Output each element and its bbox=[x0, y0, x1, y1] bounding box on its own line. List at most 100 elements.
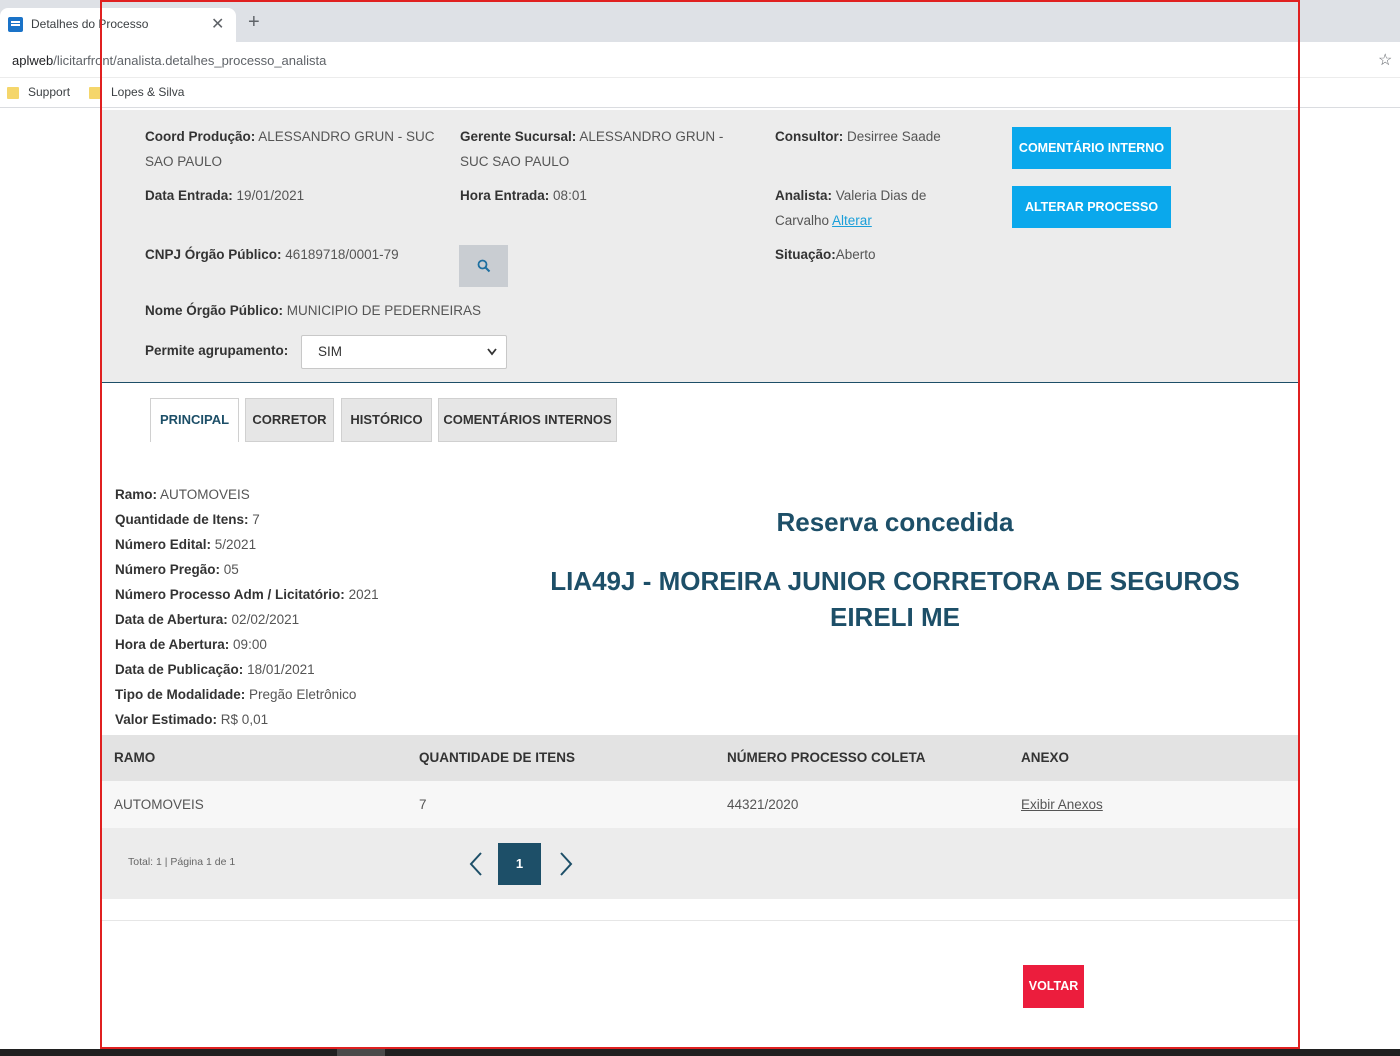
nome-orgao-label: Nome Órgão Público: bbox=[145, 303, 284, 318]
detail-valor-estimado: Valor Estimado: R$ 0,01 bbox=[115, 707, 268, 732]
chevron-down-icon bbox=[487, 348, 497, 356]
agrupamento-select[interactable]: SIM bbox=[301, 335, 507, 369]
cnpj-value: 46189718/0001-79 bbox=[285, 247, 399, 262]
exibir-anexos-link[interactable]: Exibir Anexos bbox=[1021, 781, 1103, 828]
detail-numero-pregao: Número Pregão: 05 bbox=[115, 557, 239, 582]
coord-producao: Coord Produção: ALESSANDRO GRUN - SUC SA… bbox=[145, 124, 435, 174]
cnpj-label: CNPJ Órgão Público: bbox=[145, 247, 282, 262]
detail-data-publicacao: Data de Publicação: 18/01/2021 bbox=[115, 657, 315, 682]
consultor-label: Consultor: bbox=[775, 129, 844, 144]
voltar-button[interactable]: VOLTAR bbox=[1023, 965, 1084, 1008]
cell-quantidade: 7 bbox=[419, 797, 427, 812]
hora-entrada-label: Hora Entrada: bbox=[460, 188, 550, 203]
data-entrada-value: 19/01/2021 bbox=[236, 188, 305, 203]
divider bbox=[101, 920, 1299, 921]
url-text[interactable]: aplweb/licitarfront/analista.detalhes_pr… bbox=[12, 53, 326, 68]
site-favicon-icon bbox=[8, 17, 23, 32]
agrupamento-label: Permite agrupamento: bbox=[145, 343, 289, 358]
consultor: Consultor: Desirree Saade bbox=[775, 124, 995, 149]
detail-label: Quantidade de Itens: bbox=[115, 512, 249, 527]
chevron-right-icon[interactable] bbox=[558, 850, 574, 878]
close-tab-icon[interactable]: ✕ bbox=[211, 14, 224, 34]
url-host: aplweb bbox=[12, 53, 54, 68]
bookmark-lopes-silva[interactable]: Lopes & Silva bbox=[111, 85, 184, 99]
detail-value: 09:00 bbox=[233, 637, 267, 652]
chevron-left-icon[interactable] bbox=[468, 850, 484, 878]
cnpj-orgao: CNPJ Órgão Público: 46189718/0001-79 bbox=[145, 242, 399, 267]
reserva-title: Reserva concedida bbox=[776, 507, 1014, 537]
situacao-label: Situação: bbox=[775, 247, 836, 262]
detail-data-abertura: Data de Abertura: 02/02/2021 bbox=[115, 607, 299, 632]
table-row: AUTOMOVEIS 7 44321/2020 Exibir Anexos bbox=[101, 781, 1299, 828]
situacao: Situação:Aberto bbox=[775, 242, 876, 267]
detail-ramo: Ramo: AUTOMOVEIS bbox=[115, 482, 250, 507]
permite-agrupamento: Permite agrupamento: bbox=[145, 338, 288, 363]
cell-ramo: AUTOMOVEIS bbox=[114, 797, 204, 812]
gerente-sucursal: Gerente Sucursal: ALESSANDRO GRUN - SUC … bbox=[460, 124, 750, 174]
detail-value: 02/02/2021 bbox=[231, 612, 300, 627]
detail-label: Hora de Abertura: bbox=[115, 637, 230, 652]
detail-label: Data de Abertura: bbox=[115, 612, 228, 627]
search-cnpj-button[interactable] bbox=[459, 245, 508, 287]
page-button-current[interactable]: 1 bbox=[498, 843, 541, 885]
detail-label: Número Edital: bbox=[115, 537, 212, 552]
alterar-processo-button[interactable]: ALTERAR PROCESSO bbox=[1012, 186, 1171, 228]
detail-numero-processo-adm: Número Processo Adm / Licitatório: 2021 bbox=[115, 582, 379, 607]
detail-label: Valor Estimado: bbox=[115, 712, 218, 727]
pagination-bar: Total: 1 | Página 1 de 1 1 bbox=[101, 828, 1299, 899]
situacao-value: Aberto bbox=[835, 247, 876, 262]
column-header-processo-coleta: NÚMERO PROCESSO COLETA bbox=[727, 750, 926, 765]
comentario-interno-button[interactable]: COMENTÁRIO INTERNO bbox=[1012, 127, 1171, 169]
detail-label: Número Processo Adm / Licitatório: bbox=[115, 587, 345, 602]
column-header-anexo: ANEXO bbox=[1021, 750, 1070, 765]
data-entrada-label: Data Entrada: bbox=[145, 188, 233, 203]
coord-producao-label: Coord Produção: bbox=[145, 129, 256, 144]
bookmarks-bar: Support Lopes & Silva bbox=[0, 78, 1400, 108]
cell-processo-coleta: 44321/2020 bbox=[727, 797, 799, 812]
folder-icon bbox=[89, 87, 101, 99]
detail-label: Tipo de Modalidade: bbox=[115, 687, 246, 702]
taskbar-item[interactable] bbox=[337, 1049, 385, 1056]
alterar-analista-link[interactable]: Alterar bbox=[832, 213, 872, 228]
hora-entrada-value: 08:01 bbox=[553, 188, 587, 203]
detail-label: Número Pregão: bbox=[115, 562, 221, 577]
detail-label: Data de Publicação: bbox=[115, 662, 244, 677]
tab-title: Detalhes do Processo bbox=[31, 17, 149, 31]
detail-label: Ramo: bbox=[115, 487, 158, 502]
detail-value: AUTOMOVEIS bbox=[160, 487, 250, 502]
address-bar[interactable]: aplweb/licitarfront/analista.detalhes_pr… bbox=[0, 42, 1400, 78]
detail-quantidade-itens: Quantidade de Itens: 7 bbox=[115, 507, 260, 532]
bookmark-star-icon[interactable]: ☆ bbox=[1378, 50, 1392, 70]
folder-icon bbox=[7, 87, 19, 99]
detail-value: 7 bbox=[252, 512, 260, 527]
search-icon bbox=[477, 259, 491, 273]
tab-principal[interactable]: PRINCIPAL bbox=[150, 398, 239, 442]
hora-entrada: Hora Entrada: 08:01 bbox=[460, 183, 587, 208]
analista: Analista: Valeria Dias de Carvalho Alter… bbox=[775, 183, 955, 233]
browser-tab[interactable]: Detalhes do Processo ✕ bbox=[0, 8, 236, 42]
tab-corretor[interactable]: CORRETOR bbox=[245, 398, 334, 442]
gerente-sucursal-label: Gerente Sucursal: bbox=[460, 129, 577, 144]
url-path: /licitarfront/analista.detalhes_processo… bbox=[53, 53, 327, 68]
pagination-summary: Total: 1 | Página 1 de 1 bbox=[128, 856, 236, 868]
detail-tipo-modalidade: Tipo de Modalidade: Pregão Eletrônico bbox=[115, 682, 356, 707]
agrupamento-selected-value: SIM bbox=[318, 344, 343, 359]
detail-hora-abertura: Hora de Abertura: 09:00 bbox=[115, 632, 267, 657]
column-header-ramo: RAMO bbox=[114, 750, 156, 765]
reserva-corretora-name: LIA49J - MOREIRA JUNIOR CORRETORA DE SEG… bbox=[550, 566, 1240, 632]
table-header: RAMO QUANTIDADE DE ITENS NÚMERO PROCESSO… bbox=[101, 735, 1299, 781]
consultor-value: Desirree Saade bbox=[847, 129, 941, 144]
os-taskbar bbox=[0, 1049, 1400, 1056]
detail-value: 2021 bbox=[348, 587, 379, 602]
nome-orgao-value: MUNICIPIO DE PEDERNEIRAS bbox=[286, 303, 482, 318]
tab-historico[interactable]: HISTÓRICO bbox=[341, 398, 432, 442]
detail-numero-edital: Número Edital: 5/2021 bbox=[115, 532, 256, 557]
tab-comentarios-internos[interactable]: COMENTÁRIOS INTERNOS bbox=[438, 398, 617, 442]
new-tab-icon[interactable]: + bbox=[248, 12, 260, 32]
nome-orgao: Nome Órgão Público: MUNICIPIO DE PEDERNE… bbox=[145, 298, 481, 323]
bookmark-support[interactable]: Support bbox=[28, 85, 70, 99]
browser-tab-bar: Detalhes do Processo ✕ + bbox=[0, 0, 1400, 42]
data-entrada: Data Entrada: 19/01/2021 bbox=[145, 183, 304, 208]
detail-value: R$ 0,01 bbox=[220, 712, 269, 727]
analista-label: Analista: bbox=[775, 188, 833, 203]
